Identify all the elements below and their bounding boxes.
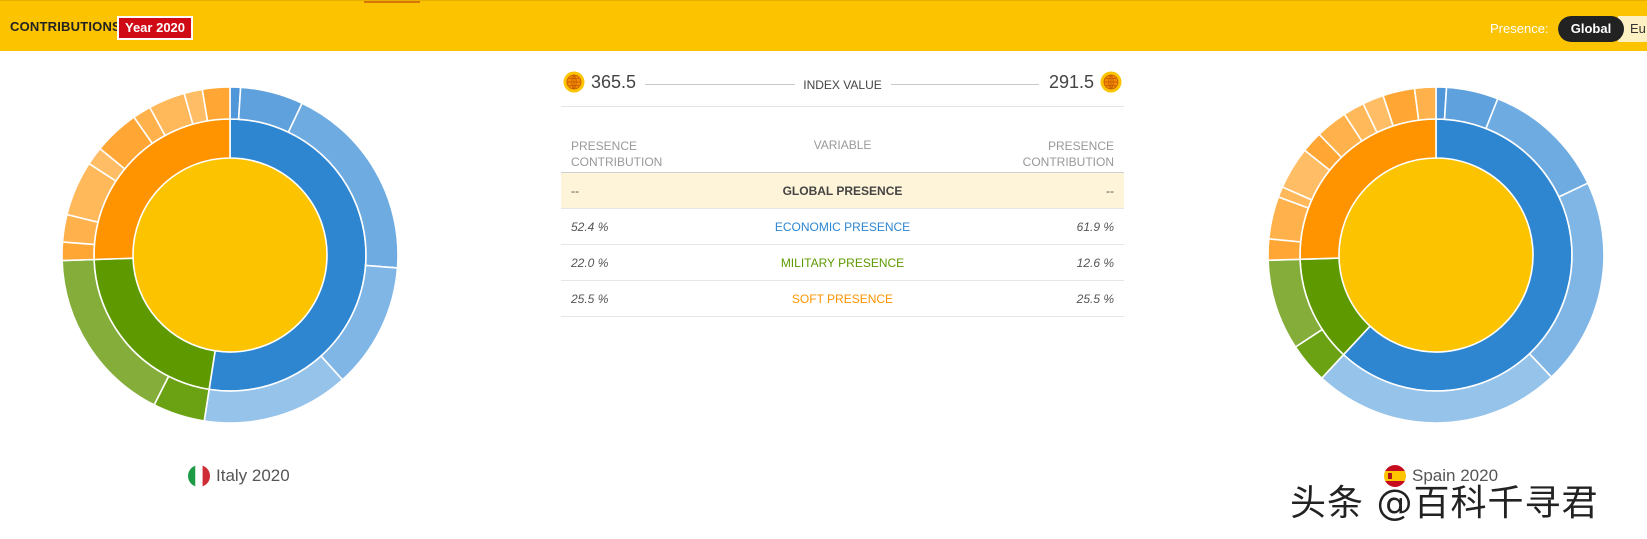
watermark-text: 头条 @百科千寻君 — [1290, 483, 1599, 524]
spain-sunburst-svg — [1268, 87, 1604, 423]
page-title: CONTRIBUTIONS — [10, 19, 121, 34]
table-row-military[interactable]: 22.0 % MILITARY PRESENCE 12.6 % — [561, 245, 1124, 281]
table-row-global[interactable]: -- GLOBAL PRESENCE -- — [561, 173, 1124, 209]
presence-toggle[interactable]: Eu Global — [1558, 16, 1647, 42]
spain-global-presence-core[interactable] — [1339, 158, 1533, 352]
year-badge[interactable]: Year 2020 — [117, 16, 194, 40]
index-value-row: 365.5 INDEX VALUE 291.5 — [561, 68, 1124, 108]
row-variable: MILITARY PRESENCE — [780, 256, 905, 270]
index-bottom-rule — [561, 106, 1124, 107]
contributions-table: PRESENCE CONTRIBUTION VARIABLE PRESENCE … — [561, 128, 1124, 317]
italy-global-presence-core[interactable] — [133, 158, 327, 352]
row-right-value: 61.9 % — [1076, 220, 1114, 234]
row-variable: ECONOMIC PRESENCE — [774, 220, 911, 234]
italy-label-text: Italy 2020 — [216, 466, 290, 485]
row-variable: SOFT PRESENCE — [791, 292, 894, 306]
index-value-label: INDEX VALUE — [803, 78, 882, 92]
top-bar: CONTRIBUTIONS Year 2020 Presence: Eu Glo… — [0, 0, 1647, 51]
index-divider-right — [891, 84, 1039, 85]
header-right-contribution: PRESENCE CONTRIBUTION — [1022, 139, 1114, 169]
presence-option-global[interactable]: Global — [1558, 16, 1624, 42]
presence-label: Presence: — [1490, 21, 1549, 36]
index-value-right: 291.5 — [1049, 72, 1095, 92]
row-variable: GLOBAL PRESENCE — [782, 184, 903, 198]
row-right-value: 25.5 % — [1076, 292, 1114, 306]
spain-outer-soft-subsegment-10[interactable] — [1413, 87, 1437, 122]
italy-country-label: Italy 2020 — [188, 465, 290, 487]
row-right-value: 12.6 % — [1076, 256, 1114, 270]
italy-flag-icon — [188, 465, 210, 487]
table-row-soft[interactable]: 25.5 % SOFT PRESENCE 25.5 % — [561, 281, 1124, 317]
italy-sunburst-svg — [62, 87, 398, 423]
spain-sunburst-chart[interactable] — [1268, 87, 1604, 423]
row-right-value: -- — [1106, 184, 1114, 198]
globe-icon-right — [1100, 71, 1122, 93]
top-accent-stripe — [364, 1, 420, 3]
table-row-economic[interactable]: 52.4 % ECONOMIC PRESENCE 61.9 % — [561, 209, 1124, 245]
italy-sunburst-chart[interactable] — [62, 87, 398, 423]
italy-outer-soft-subsegment-9[interactable] — [201, 87, 231, 122]
table-header: PRESENCE CONTRIBUTION VARIABLE PRESENCE … — [561, 128, 1124, 173]
